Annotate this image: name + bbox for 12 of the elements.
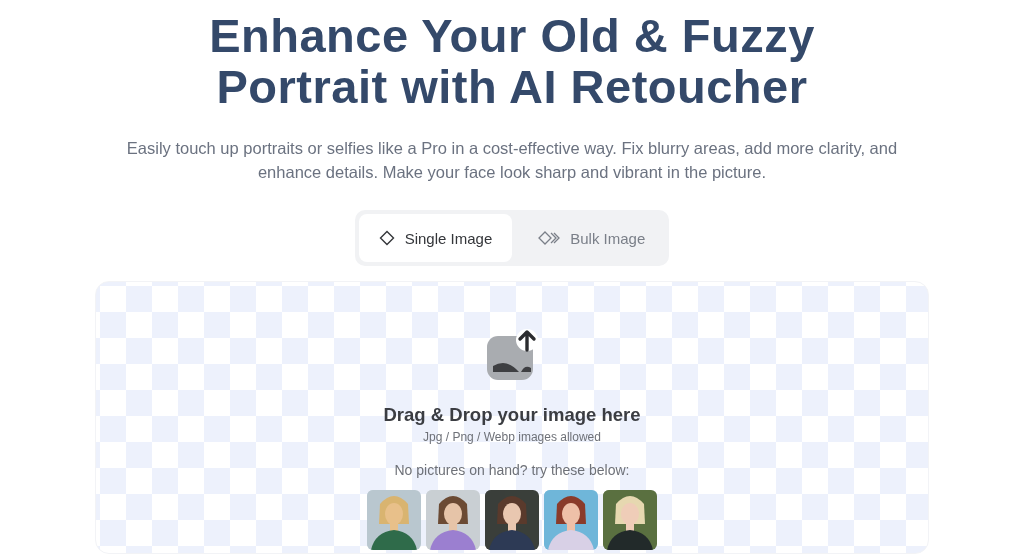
heading-line: Portrait with AI Retoucher (216, 61, 808, 112)
upload-title: Drag & Drop your image here (383, 404, 641, 426)
subtitle: Easily touch up portraits or selfies like a Pro in a cost-effective way. Fix blurry areas, add more clarity, and enhance details. Make your face look sharp and vibrant in the picture. (125, 138, 899, 183)
samples-prompt: No pictures on hand? try these below: (394, 462, 630, 478)
stacked-diamonds-icon (538, 230, 561, 246)
upload-area[interactable]: Drag & Drop your image here Jpg / Png / Webp images allowed No pictures on hand? try these below: (95, 281, 929, 554)
tab[interactable]: Single Image (358, 214, 513, 262)
format-note: Jpg / Png / Webp images allowed (423, 430, 601, 444)
heading-line: Enhance Your Old & Fuzzy (209, 10, 815, 61)
diamond-icon (378, 230, 395, 246)
tab[interactable]: Bulk Image (518, 214, 666, 262)
image-upload-icon (485, 328, 539, 382)
